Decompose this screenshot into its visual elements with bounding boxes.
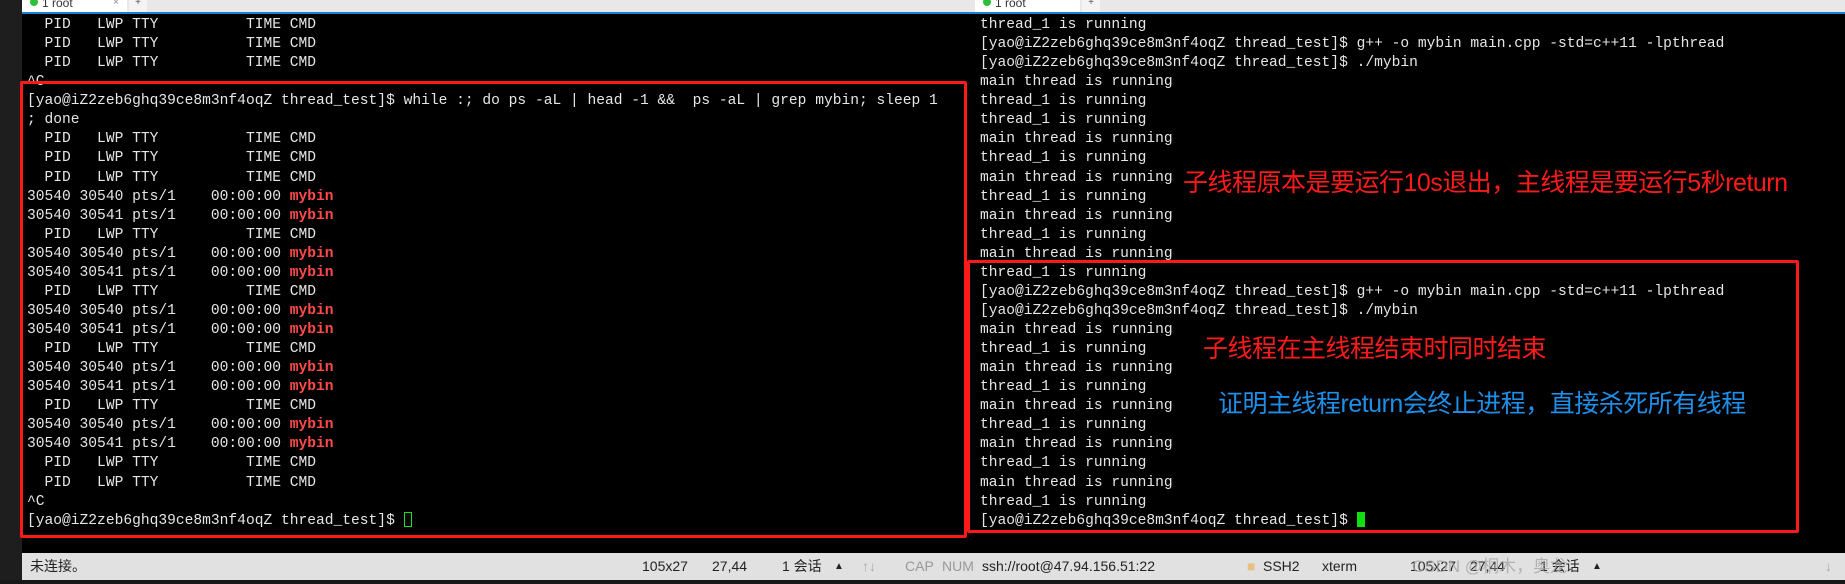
add-tab-button[interactable]: + <box>129 0 147 12</box>
terminal-line: PID LWP TTY TIME CMD <box>27 54 938 73</box>
connected-icon <box>983 0 991 6</box>
line-text: PID LWP TTY TIME CMD <box>27 55 317 72</box>
sessions-up-arrow[interactable]: ▲ <box>834 553 844 580</box>
connected-icon <box>30 0 38 6</box>
line-text: main thread is running <box>980 207 1173 224</box>
terminal-type: xterm <box>1322 558 1357 574</box>
num-indicator: NUM <box>942 558 974 574</box>
caps-indicator: CAP <box>905 558 934 574</box>
line-text: main thread is running <box>980 74 1173 91</box>
line-text: main thread is running <box>980 131 1173 148</box>
terminal-line: thread_1 is running <box>980 226 1724 245</box>
protocol: SSH2 <box>1263 558 1300 574</box>
line-text: thread_1 is running <box>980 188 1147 205</box>
connection-status: 未连接。 <box>30 558 86 574</box>
tab-label: 1 root <box>995 0 1026 10</box>
line-text: thread_1 is running <box>980 150 1147 167</box>
terminal-size: 105x27 <box>642 558 688 574</box>
add-tab-button[interactable]: + <box>1082 0 1100 12</box>
nav-arrows-icon: ↑↓ <box>862 558 876 574</box>
status-bar: 未连接。 105x27 27,44 1 会话 ▲ ↑↓ CAP NUM <box>22 553 975 580</box>
terminal-line: thread_1 is running <box>980 111 1724 130</box>
connection-url: ssh://root@47.94.156.51:22 <box>982 558 1155 574</box>
terminal-line: PID LWP TTY TIME CMD <box>27 35 938 54</box>
line-text: PID LWP TTY TIME CMD <box>27 17 317 33</box>
down-arrow-icon: ↓ <box>1825 558 1832 574</box>
annotation-2: 子线程在主线程结束时同时结束 <box>1203 335 1547 363</box>
tab-root[interactable]: 1 root <box>975 0 1080 12</box>
highlight-box-left <box>20 81 967 538</box>
status-bar: ssh://root@47.94.156.51:22 ■ SSH2 xterm … <box>975 553 1845 580</box>
cursor-position: 27,44 <box>712 558 748 574</box>
close-icon[interactable]: × <box>113 0 119 8</box>
tab-root[interactable]: 1 root × <box>22 0 127 12</box>
lock-icon: ■ <box>1247 558 1256 574</box>
annotation-3: 证明主线程return会终止进程，直接杀死所有线程 <box>1218 390 1746 418</box>
annotation-1: 子线程原本是要运行10s退出，主线程是要运行5秒return <box>1183 169 1788 197</box>
tab-bar: 1 root × + <box>22 0 975 14</box>
vscode-panel-strip <box>0 580 1845 584</box>
sessions-up-arrow[interactable]: ▲ <box>1592 553 1602 580</box>
line-text: [yao@iZ2zeb6ghq39ce8m3nf4oqZ thread_test… <box>980 36 1725 53</box>
line-text: thread_1 is running <box>980 93 1147 110</box>
terminal-line: [yao@iZ2zeb6ghq39ce8m3nf4oqZ thread_test… <box>980 35 1724 54</box>
terminal-line: PID LWP TTY TIME CMD <box>27 16 938 35</box>
terminal-line: [yao@iZ2zeb6ghq39ce8m3nf4oqZ thread_test… <box>980 54 1724 73</box>
session-count: 1 会话 <box>782 558 822 574</box>
tab-bar: 1 root + <box>975 0 1845 14</box>
line-text: [yao@iZ2zeb6ghq39ce8m3nf4oqZ thread_test… <box>980 55 1418 72</box>
line-text: thread_1 is running <box>980 112 1147 129</box>
terminal-line: thread_1 is running <box>980 92 1724 111</box>
tab-label: 1 root <box>42 0 73 10</box>
line-text: thread_1 is running <box>980 17 1147 33</box>
terminal-line: main thread is running <box>980 207 1724 226</box>
watermark: CSDN @桐木，奥龙 <box>1412 557 1568 576</box>
line-text: thread_1 is running <box>980 226 1147 243</box>
terminal-line: main thread is running <box>980 130 1724 149</box>
line-text: PID LWP TTY TIME CMD <box>27 36 317 53</box>
terminal-line: main thread is running <box>980 73 1724 92</box>
terminal-line: thread_1 is running <box>980 16 1724 35</box>
line-text: main thread is running <box>980 169 1173 186</box>
